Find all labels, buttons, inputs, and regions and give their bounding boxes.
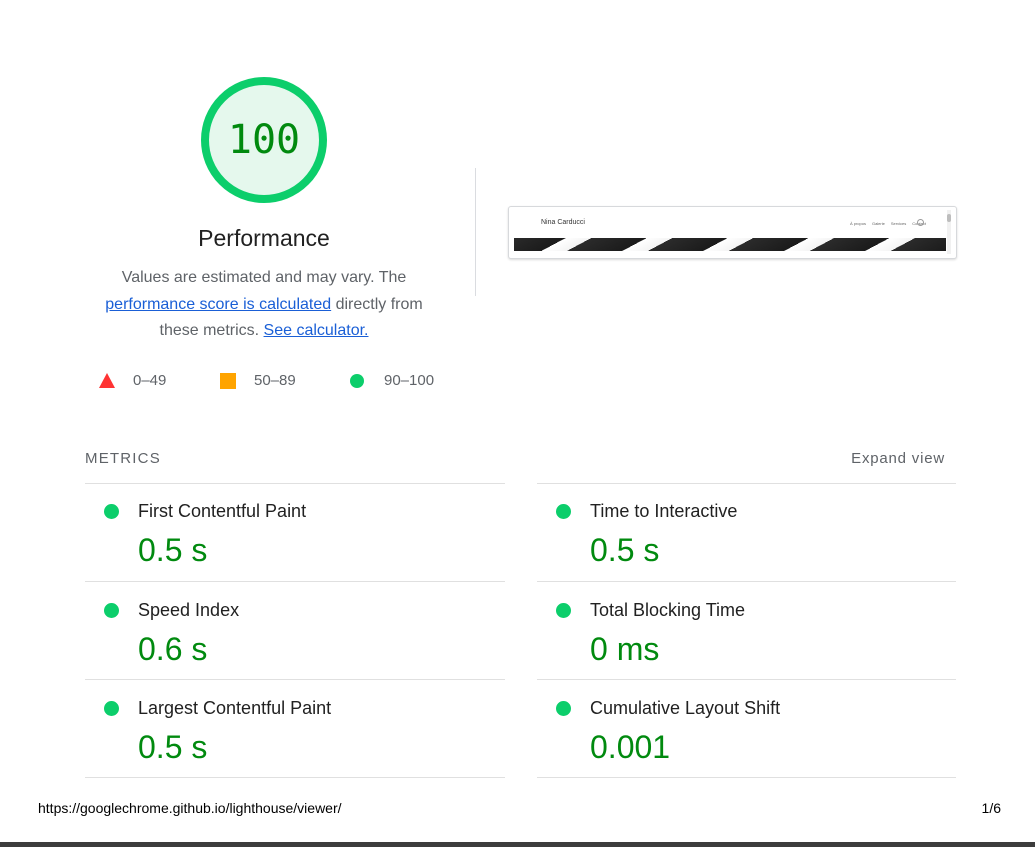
metric-label: First Contentful Paint	[138, 501, 307, 521]
see-calculator-link[interactable]: See calculator.	[264, 322, 369, 339]
legend-item-average: 50–89	[220, 372, 296, 389]
metric-value: 0 ms	[590, 631, 660, 667]
metric-cumulative-layout-shift: Cumulative Layout Shift 0.001	[537, 681, 957, 779]
bottom-bar	[0, 842, 1035, 847]
legend-item-pass: 90–100	[350, 372, 434, 389]
metric-value: 0.5 s	[138, 729, 208, 765]
screenshot-hero-image	[514, 238, 946, 251]
red-triangle-icon	[99, 373, 115, 388]
vertical-divider	[475, 168, 476, 296]
green-circle-icon	[104, 603, 119, 618]
green-circle-icon	[104, 701, 119, 716]
legend-label: 0–49	[133, 372, 167, 389]
metric-label: Speed Index	[138, 600, 240, 620]
metric-label: Time to Interactive	[590, 501, 738, 521]
metric-value: 0.6 s	[138, 631, 208, 667]
instagram-icon	[917, 219, 924, 226]
green-circle-icon	[556, 701, 571, 716]
screenshot-site-name: Nina Carducci	[541, 219, 585, 226]
metric-label: Cumulative Layout Shift	[590, 698, 781, 718]
score-calculated-link[interactable]: performance score is calculated	[105, 296, 331, 313]
metric-first-contentful-paint: First Contentful Paint 0.5 s	[85, 484, 505, 582]
final-screenshot[interactable]: Nina Carducci À propos Galerie Services …	[508, 206, 957, 259]
green-circle-icon	[556, 504, 571, 519]
metric-time-to-interactive: Time to Interactive 0.5 s	[537, 484, 957, 582]
metrics-heading: METRICS	[85, 450, 161, 467]
performance-score: 100	[227, 117, 301, 163]
legend-label: 50–89	[254, 372, 296, 389]
metric-value: 0.5 s	[138, 532, 208, 568]
screenshot-nav-item: Galerie	[871, 221, 885, 226]
metric-label: Largest Contentful Paint	[138, 698, 332, 718]
green-circle-icon	[350, 373, 364, 388]
expand-view-button[interactable]: Expand view	[851, 450, 945, 467]
legend-item-fail: 0–49	[99, 372, 166, 389]
performance-score-gauge: 100	[199, 75, 329, 205]
footer-page-number: 1/6	[981, 800, 1001, 816]
metric-value: 0.001	[590, 729, 671, 765]
metric-total-blocking-time: Total Blocking Time 0 ms	[537, 583, 957, 681]
metric-label: Total Blocking Time	[590, 600, 746, 620]
orange-square-icon	[220, 372, 236, 389]
gauge-title: Performance	[198, 225, 330, 251]
metric-largest-contentful-paint: Largest Contentful Paint 0.5 s	[85, 681, 505, 779]
green-circle-icon	[104, 504, 119, 519]
metric-speed-index: Speed Index 0.6 s	[85, 583, 505, 681]
screenshot-nav-item: À propos	[849, 221, 866, 226]
description-text-1: Values are estimated and may vary. The	[121, 269, 407, 286]
screenshot-scrollbar	[947, 210, 951, 254]
screenshot-nav-item: Services	[890, 221, 907, 226]
screenshot-nav: À propos Galerie Services Contact	[850, 221, 926, 226]
legend-label: 90–100	[384, 372, 435, 389]
footer-url: https://googlechrome.github.io/lighthous…	[38, 800, 342, 816]
metric-value: 0.5 s	[590, 532, 660, 568]
green-circle-icon	[556, 603, 571, 618]
score-description: Values are estimated and may vary. The p…	[94, 265, 434, 345]
